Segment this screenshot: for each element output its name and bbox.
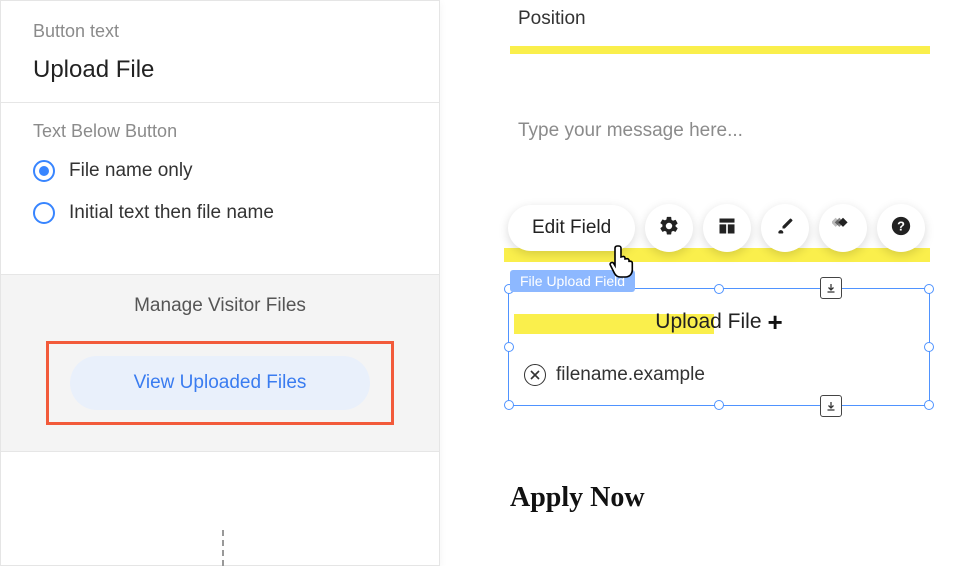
x-icon xyxy=(530,370,540,380)
resize-handle[interactable] xyxy=(714,284,724,294)
resize-handle[interactable] xyxy=(924,400,934,410)
position-label: Position xyxy=(518,8,586,30)
manage-visitor-files-title: Manage Visitor Files xyxy=(1,295,439,317)
button-text-input[interactable] xyxy=(33,56,407,84)
download-handle-bottom[interactable] xyxy=(820,395,842,417)
radio-label: Initial text then file name xyxy=(69,202,274,224)
button-text-label: Button text xyxy=(33,21,407,42)
radio-icon xyxy=(33,202,55,224)
highlight-frame: View Uploaded Files xyxy=(46,341,394,425)
animation-icon xyxy=(832,215,854,242)
resize-handle[interactable] xyxy=(924,284,934,294)
animation-button[interactable] xyxy=(819,204,867,252)
message-textarea-placeholder[interactable]: Type your message here... xyxy=(518,120,743,142)
radio-file-name-only[interactable]: File name only xyxy=(33,160,407,182)
button-text-section: Button text xyxy=(1,1,439,102)
design-button[interactable] xyxy=(761,204,809,252)
dashed-guide xyxy=(222,530,224,566)
upload-file-button[interactable]: Upload File + xyxy=(514,300,924,344)
resize-handle[interactable] xyxy=(714,400,724,410)
download-handle-top[interactable] xyxy=(820,277,842,299)
filename-text: filename.example xyxy=(556,364,705,386)
radio-initial-then-file-name[interactable]: Initial text then file name xyxy=(33,202,407,224)
remove-file-button[interactable] xyxy=(524,364,546,386)
pointer-cursor-icon xyxy=(606,242,642,287)
view-uploaded-files-button[interactable]: View Uploaded Files xyxy=(70,356,370,410)
layout-button[interactable] xyxy=(703,204,751,252)
form-canvas: Position Type your message here... Edit … xyxy=(470,0,974,566)
layout-icon xyxy=(717,216,737,241)
resize-handle[interactable] xyxy=(924,342,934,352)
svg-text:?: ? xyxy=(897,218,905,233)
position-field-underline[interactable] xyxy=(510,46,930,54)
radio-icon xyxy=(33,160,55,182)
upload-file-label: Upload File xyxy=(655,310,761,334)
manage-visitor-files-section: Manage Visitor Files View Uploaded Files xyxy=(1,274,439,452)
apply-now-heading: Apply Now xyxy=(510,482,645,514)
help-button[interactable]: ? xyxy=(877,204,925,252)
plus-icon: + xyxy=(768,307,783,338)
gear-icon xyxy=(658,215,680,242)
settings-button[interactable] xyxy=(645,204,693,252)
field-toolbar: Edit Field ? xyxy=(508,200,925,256)
filename-row: filename.example xyxy=(524,364,705,386)
settings-panel: Button text Text Below Button File name … xyxy=(0,0,440,566)
resize-handle[interactable] xyxy=(504,342,514,352)
brush-icon xyxy=(775,216,795,241)
resize-handle[interactable] xyxy=(504,400,514,410)
question-icon: ? xyxy=(890,215,912,242)
text-below-button-section: Text Below Button File name only Initial… xyxy=(1,103,439,274)
text-below-button-label: Text Below Button xyxy=(33,121,407,142)
radio-label: File name only xyxy=(69,160,193,182)
